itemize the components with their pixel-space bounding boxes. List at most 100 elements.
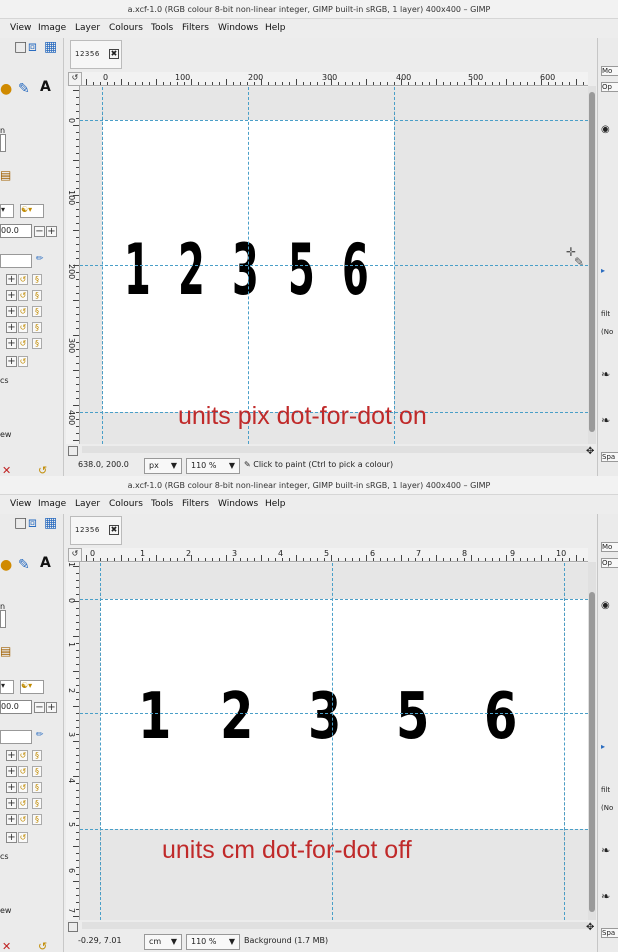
menu-view[interactable]: View [10, 499, 31, 509]
delete-icon[interactable]: ✕ [2, 464, 11, 476]
mode-combo[interactable]: ▾ [0, 680, 14, 694]
opacity-field[interactable]: Op [601, 558, 618, 568]
option-field[interactable] [0, 610, 6, 628]
option-field[interactable] [0, 134, 6, 152]
menu-help[interactable]: Help [265, 499, 286, 509]
image-tab[interactable]: 12356 ✖ [70, 40, 122, 69]
reset-icon[interactable]: ↺ [38, 464, 47, 476]
spacing-field[interactable]: Spa [601, 928, 618, 938]
horizontal-scrollbar[interactable] [82, 446, 588, 453]
row-reset-4[interactable]: ↺ [18, 798, 28, 809]
row-reset-3[interactable]: ↺ [18, 306, 28, 317]
navigate-corner-icon[interactable] [68, 446, 78, 456]
row-reset-6[interactable]: ↺ [18, 356, 28, 367]
row-plus-5[interactable]: + [6, 814, 17, 825]
row-link-1[interactable]: § [32, 274, 42, 285]
reset-icon[interactable]: ↺ [38, 940, 47, 952]
zoom-combo[interactable]: 110 % ▼ [186, 934, 240, 950]
mode-combo[interactable]: ▾ [0, 204, 14, 218]
brush-preview-icon[interactable]: ❧ [601, 844, 618, 857]
filter-field[interactable]: filt [601, 310, 618, 318]
menu-view[interactable]: View [10, 23, 31, 33]
guide-line[interactable] [100, 563, 101, 920]
guide-line[interactable] [394, 87, 395, 444]
spacing-field[interactable]: Spa [601, 452, 618, 462]
pen-icon[interactable]: ✏ [36, 730, 44, 740]
image-tab[interactable]: 12356 ✖ [70, 516, 122, 545]
horizontal-scrollbar[interactable] [82, 922, 588, 929]
eye-icon[interactable]: ◉ [601, 124, 618, 135]
row-plus-1[interactable]: + [6, 274, 17, 285]
select-icon[interactable]: □ [14, 40, 27, 54]
size-field[interactable]: 00.0 [0, 224, 32, 238]
guide-line[interactable] [102, 87, 103, 444]
horizontal-ruler[interactable]: 0 1 2 3 4 5 6 7 8 9 10 [82, 548, 588, 562]
guide-line[interactable] [332, 563, 333, 920]
crop-icon[interactable]: ⧈ [28, 516, 37, 530]
row-plus-2[interactable]: + [6, 766, 17, 777]
row-plus-5[interactable]: + [6, 338, 17, 349]
brush-combo[interactable]: ☯▾ [20, 204, 44, 218]
mode-combo[interactable]: Mo [601, 66, 618, 76]
row-link-5[interactable]: § [32, 814, 42, 825]
size-minus-button[interactable]: − [34, 702, 45, 713]
brush-combo[interactable]: ☯▾ [20, 680, 44, 694]
row-reset-4[interactable]: ↺ [18, 322, 28, 333]
guide-line[interactable] [80, 829, 588, 830]
navigate-corner-icon[interactable] [68, 922, 78, 932]
row-plus-6[interactable]: + [6, 832, 17, 843]
row-reset-6[interactable]: ↺ [18, 832, 28, 843]
brush-icon[interactable]: ✎ [18, 558, 30, 572]
row-plus-1[interactable]: + [6, 750, 17, 761]
tool-options-icon[interactable]: ▤ [0, 644, 11, 658]
menu-filters[interactable]: Filters [182, 499, 209, 509]
brush-icon[interactable]: ✎ [18, 82, 30, 96]
row-reset-1[interactable]: ↺ [18, 274, 28, 285]
row-reset-2[interactable]: ↺ [18, 290, 28, 301]
select-icon[interactable]: □ [14, 516, 27, 530]
close-icon[interactable]: ✖ [109, 49, 119, 59]
row-reset-1[interactable]: ↺ [18, 750, 28, 761]
pen-icon[interactable]: ✏ [36, 254, 44, 264]
row-plus-4[interactable]: + [6, 322, 17, 333]
row-link-5[interactable]: § [32, 338, 42, 349]
crop-icon[interactable]: ⧈ [28, 40, 37, 54]
transform-icon[interactable]: ▦ [44, 516, 57, 530]
row-reset-2[interactable]: ↺ [18, 766, 28, 777]
menu-layer[interactable]: Layer [75, 499, 100, 509]
scrollbar-thumb[interactable] [589, 592, 595, 912]
vertical-ruler[interactable]: 1 0 1 2 3 4 5 6 7 [66, 562, 80, 920]
menu-tools[interactable]: Tools [151, 23, 173, 33]
eye-icon[interactable]: ◉ [601, 600, 618, 611]
filter-field[interactable]: filt [601, 786, 618, 794]
row-plus-2[interactable]: + [6, 290, 17, 301]
guide-line[interactable] [80, 713, 588, 714]
menu-image[interactable]: Image [38, 23, 66, 33]
dynamics-field[interactable] [0, 254, 32, 268]
menu-colours[interactable]: Colours [109, 23, 143, 33]
bucket-icon[interactable]: ● [0, 82, 12, 96]
tool-options-icon[interactable]: ▤ [0, 168, 11, 182]
row-link-4[interactable]: § [32, 798, 42, 809]
text-tool-icon[interactable]: A [40, 556, 51, 570]
row-plus-3[interactable]: + [6, 782, 17, 793]
size-field[interactable]: 00.0 [0, 700, 32, 714]
row-link-1[interactable]: § [32, 750, 42, 761]
row-link-2[interactable]: § [32, 290, 42, 301]
canvas-area[interactable]: 1 2 3 5 6 [80, 563, 588, 920]
brush-preview-icon[interactable]: ❧ [601, 414, 618, 427]
quickmask-corner-button[interactable]: ↺ [68, 548, 82, 562]
transform-icon[interactable]: ▦ [44, 40, 57, 54]
close-icon[interactable]: ✖ [109, 525, 119, 535]
row-plus-6[interactable]: + [6, 356, 17, 367]
canvas-area[interactable]: 1 2 3 5 6 ✛ ✎ [80, 87, 588, 444]
row-link-4[interactable]: § [32, 322, 42, 333]
vertical-scrollbar[interactable] [588, 562, 596, 920]
row-reset-5[interactable]: ↺ [18, 814, 28, 825]
dock-arrow-icon[interactable]: ▸ [601, 266, 618, 275]
dock-arrow-icon[interactable]: ▸ [601, 742, 618, 751]
row-plus-4[interactable]: + [6, 798, 17, 809]
size-plus-button[interactable]: + [46, 226, 57, 237]
menu-tools[interactable]: Tools [151, 499, 173, 509]
scrollbar-thumb[interactable] [589, 92, 595, 432]
